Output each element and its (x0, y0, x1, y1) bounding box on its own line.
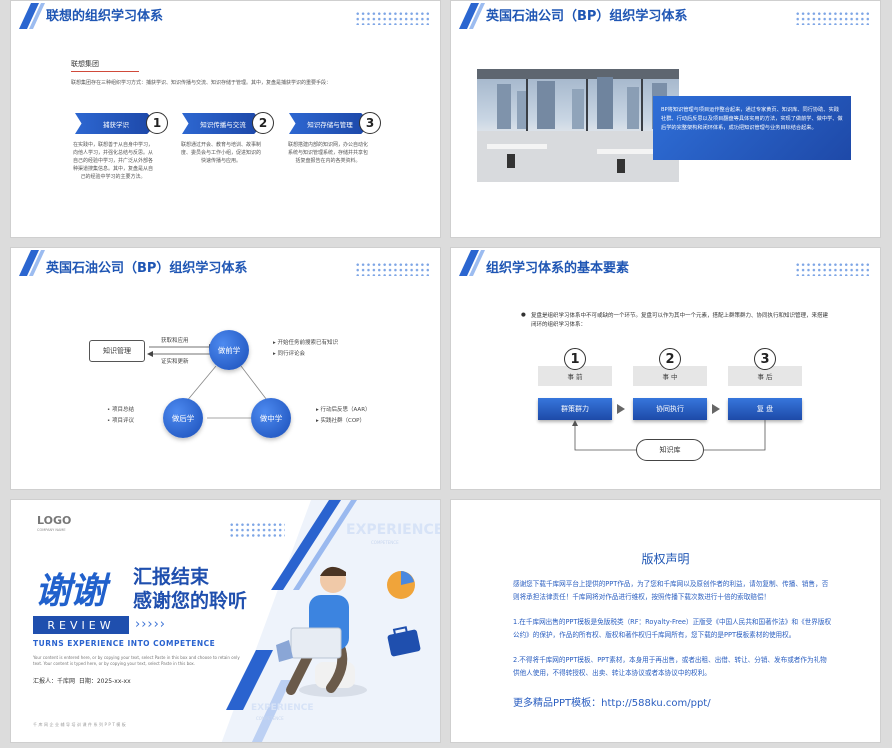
slide-4-thumbnail[interactable]: 组织学习体系的基本要素 ● 复盘是组织学习体系中不可或缺的一个环节。复盘可以作为… (450, 247, 881, 490)
list-item: ▸ 行动后反思（AAR） (316, 407, 371, 413)
copyright-title: 版权声明 (641, 552, 690, 566)
company-heading: 联想集团 (71, 60, 99, 68)
copyright-paragraph-2: 1.在千库网出售的PPT模板是免版税类（RF：Royalty-Free）正版受《… (513, 618, 832, 639)
date-text: 日期：2025-xx-xx (78, 678, 131, 685)
stage-number-2: 2 (659, 348, 681, 370)
list-item: • 项目评议 (107, 418, 135, 424)
step-number-1: 1 (146, 112, 168, 134)
logo: LOGO (37, 514, 72, 527)
slide-6-thumbnail[interactable]: 版权声明 感谢您下载千库网平台上提供的PPT作品，为了您和千库网以及原创作者的利… (450, 499, 881, 743)
footer-text: 千库网企业辅导培训课件系列PPT模板 (33, 722, 128, 727)
review-text: REVIEW (34, 617, 128, 633)
step-description-1: 在实践中，联想善于从自身中学习，向他人学习，并强化总结与反思。从自己的经验中学习… (73, 142, 154, 180)
list-item: ▸ 同行评论会 (273, 351, 306, 357)
verify-update-label: 证实和更新 (161, 359, 189, 365)
title-accent-icon (19, 3, 45, 29)
heading-underline (71, 71, 139, 72)
list-item: ▸ 开始任务前搜索已有知识 (273, 340, 339, 346)
stage-number-3: 3 (754, 348, 776, 370)
dot-pattern-decoration (795, 11, 870, 25)
knowledge-management-box: 知识管理 (89, 340, 145, 362)
after-items-list: • 项目总结 • 项目评议 (107, 405, 134, 427)
before-items-list: ▸ 开始任务前搜索已有知识 ▸ 同行评论会 (273, 338, 338, 360)
list-item: • 项目总结 (107, 407, 135, 413)
learn-after-circle: 做后学 (163, 398, 203, 438)
step-description-2: 联想通过开会、教育与培训、故事制度、委员会与工作小组，促进知识的快速传播与应用。 (181, 142, 262, 164)
copyright-paragraph-3: 2.不得将千库网的PPT模板、PPT素材，本身用于再出售，或者出租、出借、转让、… (513, 656, 827, 677)
bp-summary-box: BP将知识管理与项目运作整合起来，通过专家黄页、知识库、同行协助、实践社群、行动… (653, 96, 851, 160)
office-illustration (477, 69, 679, 182)
chevron-arrows-icon: ››››› (135, 617, 166, 632)
body-placeholder-text: Your content is entered here, or by copy… (33, 655, 240, 667)
review-label: REVIEW (33, 616, 129, 634)
title-accent-icon (459, 3, 485, 29)
slide-5-thumbnail[interactable]: EXPERIENCE COMPETENCE EXPERIENCE COMPETE… (10, 499, 441, 743)
thanks-line: 感谢您的聆听 (133, 589, 248, 612)
step-number-2: 2 (252, 112, 274, 134)
step-arrow-1: 捕获学识 (75, 113, 157, 134)
watermark-text: EXPERIENCE (346, 522, 441, 538)
intro-text: 联想集团存在三种组织学习方式：捕获学识、知识传播与交流、知识存储于管理。其中，复… (71, 80, 332, 86)
slide-2-thumbnail[interactable]: 英国石油公司（BP）组织学习体系 BP将知识管理与项目运作整合起来，通过专家黄页… (450, 0, 881, 238)
watermark-text: EXPERIENCE (251, 703, 314, 713)
tagline: TURNS EXPERIENCE INTO COMPETENCE (33, 639, 216, 648)
learn-before-circle: 做前学 (209, 330, 249, 370)
slide-title: 联想的组织学习体系 (46, 9, 164, 24)
knowledge-base-oval: 知识库 (636, 439, 704, 461)
list-item: ▸ 实践社群（COP） (316, 418, 366, 424)
office-photo (477, 69, 679, 182)
report-end-title: 汇报结束 感谢您的聆听 (133, 566, 247, 614)
learn-during-circle: 做中学 (251, 398, 291, 438)
logo-company-name: COMPANY NAME (37, 528, 66, 532)
more-templates-link[interactable]: 更多精品PPT模板：http://588ku.com/ppt/ (513, 694, 711, 709)
slide-title: 英国石油公司（BP）组织学习体系 (486, 9, 688, 24)
slide-3-thumbnail[interactable]: 英国石油公司（BP）组织学习体系 知识管理 获取和应用 证实和更新 做前学 做后… (10, 247, 441, 490)
reporter-text: 汇报人：千库网 (33, 678, 76, 685)
slide-1-thumbnail[interactable]: 联想的组织学习体系 联想集团 联想集团存在三种组织学习方式：捕获学识、知识传播与… (10, 0, 441, 238)
step-number-3: 3 (359, 112, 381, 134)
step-description-3: 联想搭建内部的知识网，办公自动化系统与知识管理系统，存储并共享包括复盘报告在内的… (288, 142, 369, 164)
thanks-title: 谢谢 (35, 571, 106, 612)
report-end-line: 汇报结束 (133, 566, 210, 588)
reporter-line: 汇报人：千库网 日期：2025-xx-xx (33, 676, 131, 685)
copyright-paragraph-1: 感谢您下载千库网平台上提供的PPT作品，为了您和千库网以及原创作者的利益，请勿复… (513, 580, 829, 601)
stage-number-1: 1 (564, 348, 586, 370)
during-items-list: ▸ 行动后反思（AAR） ▸ 实践社群（COP） (316, 405, 371, 427)
watermark-subtext: COMPETENCE (256, 716, 284, 721)
dot-pattern-decoration (355, 11, 430, 25)
acquire-apply-label: 获取和应用 (161, 338, 189, 344)
watermark-subtext: COMPETENCE (371, 540, 399, 545)
dot-pattern-decoration (229, 522, 285, 538)
person-with-laptop-illustration (276, 566, 421, 697)
